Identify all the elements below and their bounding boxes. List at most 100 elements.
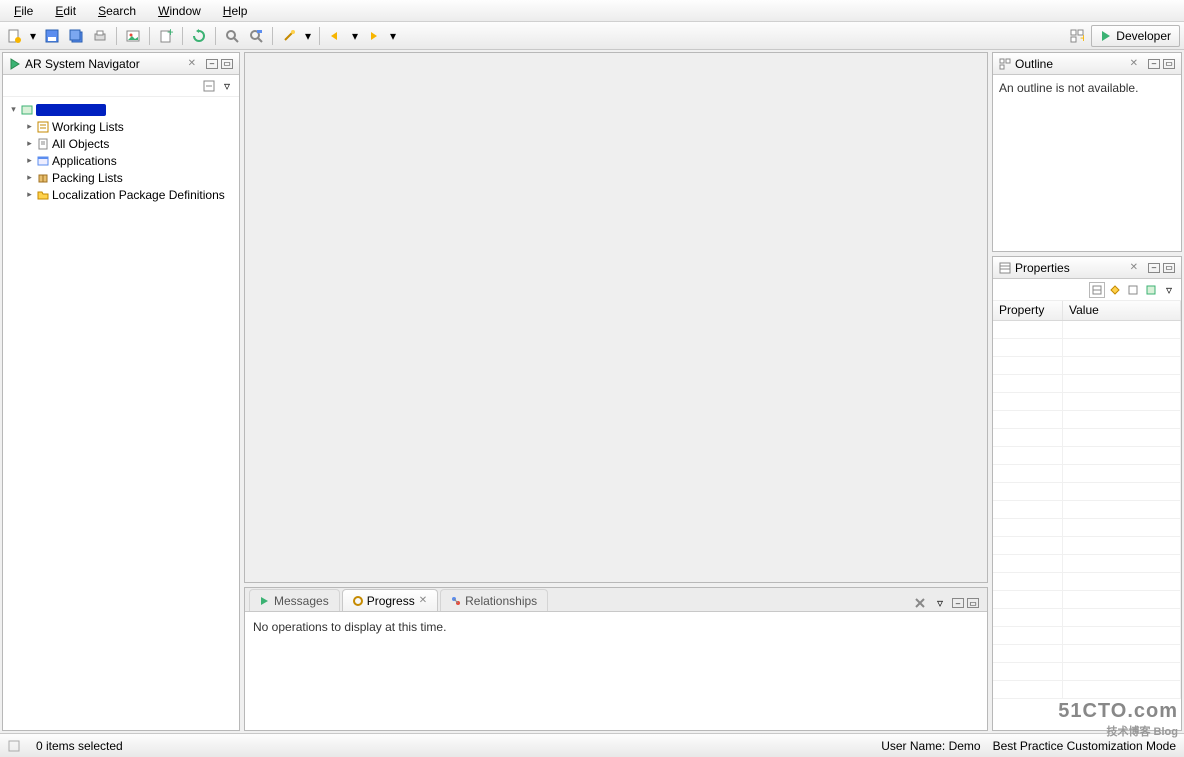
status-bar: 0 items selected User Name: Demo Best Pr… xyxy=(0,733,1184,757)
status-mode: Best Practice Customization Mode xyxy=(993,739,1176,753)
tree-server-node[interactable]: ▾ xyxy=(3,101,239,118)
save-button[interactable] xyxy=(42,26,62,46)
show-advanced-button[interactable] xyxy=(1107,282,1123,298)
wand-dropdown[interactable]: ▾ xyxy=(303,26,313,46)
minimize-button[interactable]: – xyxy=(206,59,218,69)
tree-item-applications[interactable]: ▸ Applications xyxy=(3,152,239,169)
view-menu-button[interactable]: ▿ xyxy=(219,78,235,94)
table-row[interactable] xyxy=(993,375,1181,393)
tree-label: Localization Package Definitions xyxy=(52,188,225,202)
menu-help[interactable]: Help xyxy=(213,2,258,20)
bottom-panel: Messages Progress ✕ Relationships ▿ – xyxy=(244,587,988,731)
new-button[interactable] xyxy=(4,26,24,46)
expand-icon[interactable]: ▸ xyxy=(25,190,34,199)
add-item-button[interactable]: + xyxy=(156,26,176,46)
tree-item-all-objects[interactable]: ▸ All Objects xyxy=(3,135,239,152)
tree-label: Packing Lists xyxy=(52,171,123,185)
print-button[interactable] xyxy=(90,26,110,46)
wand-button[interactable] xyxy=(279,26,299,46)
close-icon[interactable]: ✕ xyxy=(419,595,427,606)
minimize-button[interactable]: – xyxy=(952,598,964,608)
properties-tab[interactable]: Properties ✕ – ▭ xyxy=(993,257,1181,279)
minimize-button[interactable]: – xyxy=(1148,263,1160,273)
svg-text:+: + xyxy=(1080,31,1084,43)
table-row[interactable] xyxy=(993,393,1181,411)
table-row[interactable] xyxy=(993,645,1181,663)
table-row[interactable] xyxy=(993,339,1181,357)
maximize-button[interactable]: ▭ xyxy=(221,59,233,69)
back-dropdown[interactable]: ▾ xyxy=(350,26,360,46)
collapse-all-button[interactable] xyxy=(201,78,217,94)
table-row[interactable] xyxy=(993,573,1181,591)
tab-messages[interactable]: Messages xyxy=(249,589,340,611)
pin-button[interactable] xyxy=(1143,282,1159,298)
image-button[interactable] xyxy=(123,26,143,46)
table-row[interactable] xyxy=(993,357,1181,375)
forward-dropdown[interactable]: ▾ xyxy=(388,26,398,46)
tree-item-localization[interactable]: ▸ Localization Package Definitions xyxy=(3,186,239,203)
open-perspective-button[interactable]: + xyxy=(1067,26,1087,46)
tab-relationships[interactable]: Relationships xyxy=(440,589,548,611)
expand-icon[interactable]: ▸ xyxy=(25,122,34,131)
maximize-button[interactable]: ▭ xyxy=(1163,263,1175,273)
expand-icon[interactable]: ▸ xyxy=(25,156,34,165)
table-row[interactable] xyxy=(993,591,1181,609)
property-col-header[interactable]: Property xyxy=(993,301,1063,320)
menu-edit[interactable]: Edit xyxy=(45,2,86,20)
menu-file[interactable]: FFileile xyxy=(4,2,43,20)
tree-item-packing-lists[interactable]: ▸ Packing Lists xyxy=(3,169,239,186)
expand-icon[interactable]: ▸ xyxy=(25,173,34,182)
table-row[interactable] xyxy=(993,501,1181,519)
value-col-header[interactable]: Value xyxy=(1063,301,1181,320)
table-row[interactable] xyxy=(993,519,1181,537)
outline-tab[interactable]: Outline ✕ – ▭ xyxy=(993,53,1181,75)
table-row[interactable] xyxy=(993,627,1181,645)
tab-progress[interactable]: Progress ✕ xyxy=(342,589,438,611)
expand-icon[interactable]: ▸ xyxy=(25,139,34,148)
close-icon[interactable]: ✕ xyxy=(188,58,196,69)
view-menu-button[interactable]: ▿ xyxy=(1161,282,1177,298)
search-2-button[interactable] xyxy=(246,26,266,46)
outline-icon xyxy=(999,58,1011,70)
tree-item-working-lists[interactable]: ▸ Working Lists xyxy=(3,118,239,135)
forward-button[interactable] xyxy=(364,26,384,46)
redacted-server-name xyxy=(36,104,106,116)
outline-title: Outline xyxy=(1015,57,1126,71)
table-row[interactable] xyxy=(993,663,1181,681)
table-row[interactable] xyxy=(993,537,1181,555)
navigator-pane: AR System Navigator ✕ – ▭ ▿ ▾ ▸ Working … xyxy=(2,52,240,731)
developer-perspective-button[interactable]: Developer xyxy=(1091,25,1180,47)
tab-label: Messages xyxy=(274,594,329,608)
new-dropdown[interactable]: ▾ xyxy=(28,26,38,46)
navigator-tab[interactable]: AR System Navigator ✕ – ▭ xyxy=(3,53,239,75)
outline-pane: Outline ✕ – ▭ An outline is not availabl… xyxy=(992,52,1182,252)
table-row[interactable] xyxy=(993,429,1181,447)
table-row[interactable] xyxy=(993,681,1181,699)
table-row[interactable] xyxy=(993,447,1181,465)
minimize-button[interactable]: – xyxy=(1148,59,1160,69)
menu-bar: FFileile Edit Search Window Help xyxy=(0,0,1184,22)
back-button[interactable] xyxy=(326,26,346,46)
refresh-button[interactable] xyxy=(189,26,209,46)
table-row[interactable] xyxy=(993,465,1181,483)
table-row[interactable] xyxy=(993,411,1181,429)
close-icon[interactable]: ✕ xyxy=(1130,58,1138,69)
maximize-button[interactable]: ▭ xyxy=(967,598,979,608)
properties-title: Properties xyxy=(1015,261,1126,275)
menu-search[interactable]: Search xyxy=(88,2,146,20)
table-row[interactable] xyxy=(993,321,1181,339)
expand-icon[interactable]: ▾ xyxy=(9,105,18,114)
tree-label: All Objects xyxy=(52,137,109,151)
table-row[interactable] xyxy=(993,609,1181,627)
view-menu-button[interactable]: ▿ xyxy=(932,595,948,611)
menu-window[interactable]: Window xyxy=(148,2,211,20)
save-all-button[interactable] xyxy=(66,26,86,46)
table-row[interactable] xyxy=(993,555,1181,573)
search-1-button[interactable] xyxy=(222,26,242,46)
close-icon[interactable]: ✕ xyxy=(1130,262,1138,273)
maximize-button[interactable]: ▭ xyxy=(1163,59,1175,69)
show-categories-button[interactable] xyxy=(1089,282,1105,298)
remove-all-button[interactable] xyxy=(912,595,928,611)
table-row[interactable] xyxy=(993,483,1181,501)
restore-default-button[interactable] xyxy=(1125,282,1141,298)
